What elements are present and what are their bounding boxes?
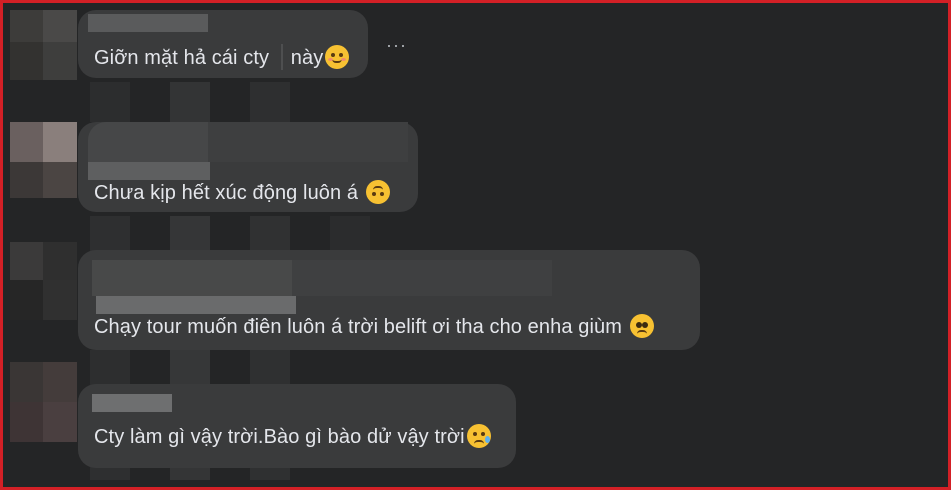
comment-thread: Giỡn mặt hả cái cty này ··· Chưa kịp hết…: [10, 10, 941, 480]
comment-text-3: Chạy tour muốn điên luôn á trời belift ơ…: [94, 316, 628, 338]
comment-bubble-2: Chưa kịp hết xúc động luôn á: [78, 122, 418, 212]
comment-bubble-1: Giỡn mặt hả cái cty này: [78, 10, 368, 78]
crying-face-emoji: [466, 424, 491, 448]
comment-text-2: Chưa kịp hết xúc động luôn á: [94, 182, 364, 204]
pleading-face-emoji: [629, 314, 654, 338]
screenshot-frame: Giỡn mặt hả cái cty này ··· Chưa kịp hết…: [0, 0, 951, 490]
upside-down-face-emoji: [365, 180, 390, 204]
relieved-face-emoji: [325, 45, 350, 69]
comment-text-4: Cty làm gì vậy trời.Bào gì bào dử vậy tr…: [94, 426, 465, 448]
comment-text-1: Giỡn mặt hả cái cty: [94, 47, 270, 69]
more-options-icon[interactable]: ···: [386, 36, 407, 54]
comment-bubble-3: Chạy tour muốn điên luôn á trời belift ơ…: [78, 250, 700, 350]
comment-text-1b: này: [290, 47, 324, 69]
comment-bubble-4: Cty làm gì vậy trời.Bào gì bào dử vậy tr…: [78, 384, 516, 468]
